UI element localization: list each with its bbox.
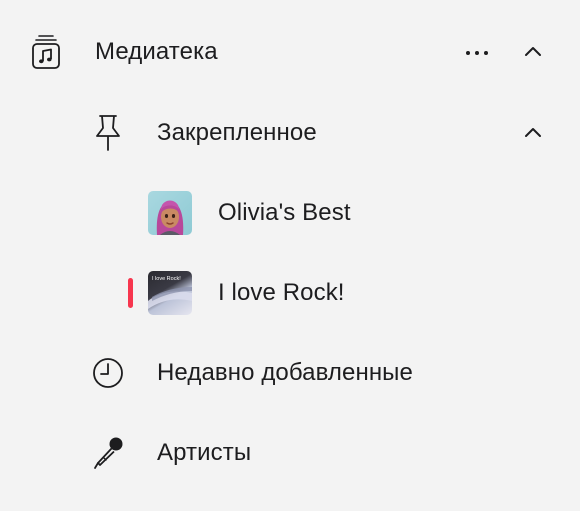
sidebar-item-library[interactable]: Медиатека [0,22,580,82]
sidebar-item-label: Артисты [157,439,252,466]
sidebar-item-artists[interactable]: Артисты [0,423,580,483]
microphone-icon [92,436,124,470]
clock-icon [92,357,124,389]
sidebar-item-pinned[interactable]: Закрепленное [0,103,580,163]
sidebar-item-label: Недавно добавленные [157,359,413,386]
memoji-artwork [148,191,192,235]
playlist-label: Olivia's Best [218,199,351,226]
sidebar: Медиатека Закрепленное Olivia's Best I l… [0,0,580,511]
more-options-icon[interactable] [466,51,488,55]
sidebar-item-label: Закрепленное [157,119,317,146]
sidebar-item-recently-added[interactable]: Недавно добавленные [0,343,580,403]
chevron-up-icon[interactable] [524,125,542,143]
sidebar-item-label: Медиатека [95,38,218,65]
now-playing-indicator [128,278,133,308]
music-library-icon [30,34,62,70]
playlist-item-olivias-best[interactable]: Olivia's Best [0,183,580,243]
artwork-caption: I love Rock! [152,276,181,282]
rock-artwork: I love Rock! [148,271,192,315]
playlist-label: I love Rock! [218,279,345,306]
chevron-up-icon[interactable] [524,44,542,62]
playlist-item-i-love-rock[interactable]: I love Rock! I love Rock! [0,263,580,323]
pin-icon [93,114,123,152]
